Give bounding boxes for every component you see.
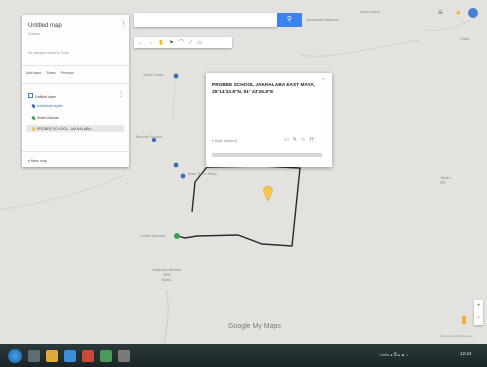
delete-icon[interactable]: ⁇ [309,137,314,143]
add-layer-button[interactable]: Add layer [26,71,41,75]
screen: Guwahati Balanch Amin Karia Xabe Satra T… [0,0,487,367]
marker-blue-3[interactable] [180,173,186,179]
style-link[interactable]: ▾ Style (default) [212,139,237,143]
layer-style-label: Individual styles [37,104,63,108]
measure-button[interactable]: ▭ [197,40,202,46]
pan-tool-button[interactable]: ✋ [158,40,164,46]
file-explorer-icon[interactable] [46,349,58,362]
logo-text: Google My Maps [228,323,281,330]
apps-menu-icon[interactable]: ≡ [438,8,443,17]
marker-icon [31,115,36,121]
map-label: Khetri Baruah [141,233,166,238]
feature-actions: ▭ ✎ ☉ ⁇ [284,137,314,143]
search-input[interactable] [134,13,277,27]
share-button[interactable]: Share [46,71,56,75]
zoom-out-button[interactable]: − [474,312,483,324]
divider [22,83,129,84]
add-marker-button[interactable]: ⚑ [169,40,173,46]
zoom-in-button[interactable]: + [474,300,483,312]
paint-icon [31,103,36,109]
media-icon[interactable] [82,349,94,362]
map-label: Maa Tarini Store [188,171,218,176]
style-icon[interactable]: ▭ [284,137,289,143]
marker-green[interactable] [174,233,180,239]
map-label: Uttarpara Bhatia जला Matia [152,267,182,282]
thin-road [172,79,176,121]
close-icon[interactable]: × [322,77,325,83]
map-legend-panel: Untitled map 0 views All changes saved i… [22,15,129,167]
edit-icon[interactable]: ✎ [293,137,297,143]
directions-button[interactable]: ⟋ [189,40,193,46]
feature-info-window: PROBEE SCHOOL JAKHALABA EAST MAYA, 25°14… [206,73,332,167]
map-options-icon[interactable]: ⋮ [120,21,127,28]
photo-icon[interactable]: ☉ [301,137,305,143]
layer-name: Untitled layer [35,95,56,99]
draw-line-button[interactable]: ⌒ [179,39,184,46]
panel-toolbar: Add layer Share Preview [26,71,74,75]
map-label: Amin Karia [360,9,380,14]
google-my-maps-logo: Google My Maps [228,323,281,330]
map-label: Satra Toran [143,72,164,77]
map-toolbar: ← → ✋ ⚑ ⌒ ⟋ ▭ [134,37,232,48]
layer-item-selected[interactable]: PROBEE SCHOOL, JAKHALABA... [26,125,124,132]
save-status: All changes saved in Drive [28,51,70,55]
attribution: Map data ©2018 Google [440,334,473,338]
layer-header[interactable]: Untitled layer [28,93,56,99]
layer-item-label: PROBEE SCHOOL, JAKHALABA... [37,126,94,131]
windows-taskbar [0,344,487,367]
layer-item-label: Khetri Baruah [37,116,59,120]
divider [22,65,129,66]
route-line [177,165,301,247]
layer-item[interactable]: Khetri Baruah [31,115,59,121]
map-label: Xabe [460,36,470,41]
notifications-icon[interactable]: ● [456,8,461,17]
marker-icon [31,126,36,131]
base-map-toggle[interactable]: ▾ Base map [28,159,47,163]
marker-blue-1[interactable] [173,73,179,79]
pegman-icon[interactable] [462,316,466,324]
map-subtitle: 0 views [28,32,40,36]
task-view-icon[interactable] [28,349,40,362]
feature-title: PROBEE SCHOOL JAKHALABA EAST MAYA, 25°14… [212,83,316,95]
map-title[interactable]: Untitled map [28,23,62,29]
layer-options-icon[interactable]: ⋮ [118,91,124,98]
undo-button[interactable]: ← [138,40,143,46]
zoom-control: + − [474,300,483,325]
search-icon: ⚲ [286,16,293,23]
description-field[interactable] [212,153,322,157]
chrome-icon[interactable] [100,349,112,362]
search-button[interactable]: ⚲ [277,13,302,27]
redo-button[interactable]: → [148,40,153,46]
start-button-icon[interactable] [8,348,22,363]
preview-button[interactable]: Preview [61,71,74,75]
browser-icon[interactable] [64,349,76,362]
marker-selected[interactable] [263,185,273,202]
clock[interactable]: 12:44 [460,351,471,356]
base-map-label: Base map [30,159,47,163]
map-label: Guwahati Balanch [306,17,339,22]
layer-checkbox[interactable] [28,93,33,98]
map-label: Tahini गांव [440,175,451,185]
system-tray[interactable]: Links ▴ हिं ▴ ▲ ♪ [380,352,408,358]
marker-blue-2[interactable] [173,162,179,168]
layer-style-link[interactable]: Individual styles [31,103,63,109]
avatar[interactable] [468,8,478,18]
map-label: Baruah School [136,134,163,139]
app-icon[interactable] [118,349,130,362]
divider [22,151,129,152]
